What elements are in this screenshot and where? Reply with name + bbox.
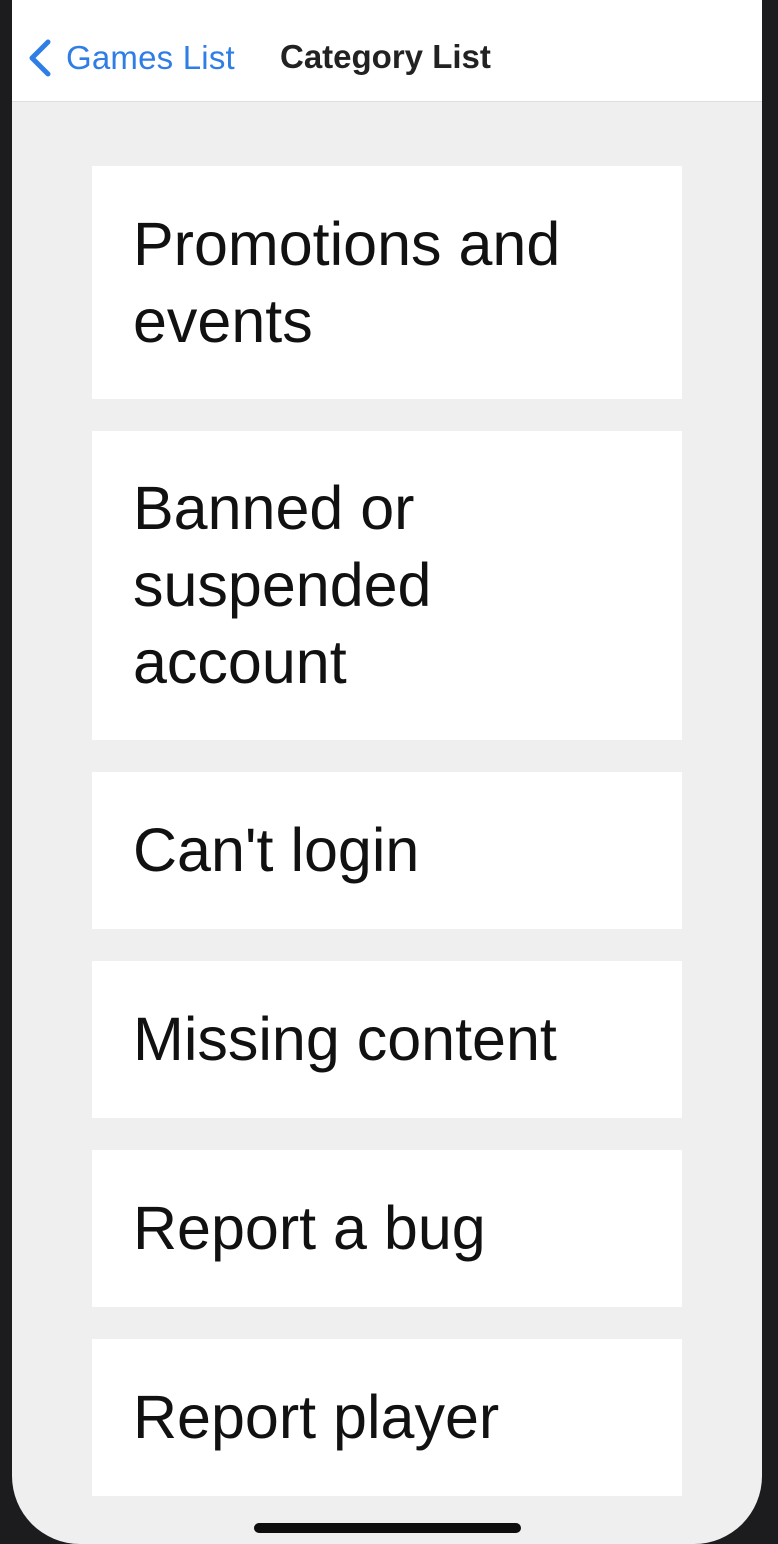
category-item-label: Banned or suspended account <box>133 474 432 696</box>
chevron-left-icon <box>29 39 51 77</box>
home-indicator[interactable] <box>254 1523 521 1533</box>
category-item-report-a-bug[interactable]: Report a bug <box>92 1150 682 1307</box>
category-item-cant-login[interactable]: Can't login <box>92 772 682 929</box>
app-screen: Games List Category List Promotions and … <box>12 0 762 1544</box>
back-button-label: Games List <box>66 39 235 76</box>
category-item-label: Missing content <box>133 1005 557 1073</box>
category-list: Promotions and events Banned or suspende… <box>92 166 682 1528</box>
category-item-label: Report a bug <box>133 1194 486 1262</box>
category-item-missing-content[interactable]: Missing content <box>92 961 682 1118</box>
category-item-banned-or-suspended-account[interactable]: Banned or suspended account <box>92 431 682 740</box>
back-button[interactable]: Games List <box>26 30 235 86</box>
navigation-bar: Games List Category List <box>12 0 762 102</box>
category-item-promotions-and-events[interactable]: Promotions and events <box>92 166 682 399</box>
category-item-label: Report player <box>133 1383 500 1451</box>
page-title: Category List <box>280 38 491 75</box>
category-item-report-player[interactable]: Report player <box>92 1339 682 1496</box>
category-item-label: Can't login <box>133 816 420 884</box>
category-item-label: Promotions and events <box>133 209 561 355</box>
